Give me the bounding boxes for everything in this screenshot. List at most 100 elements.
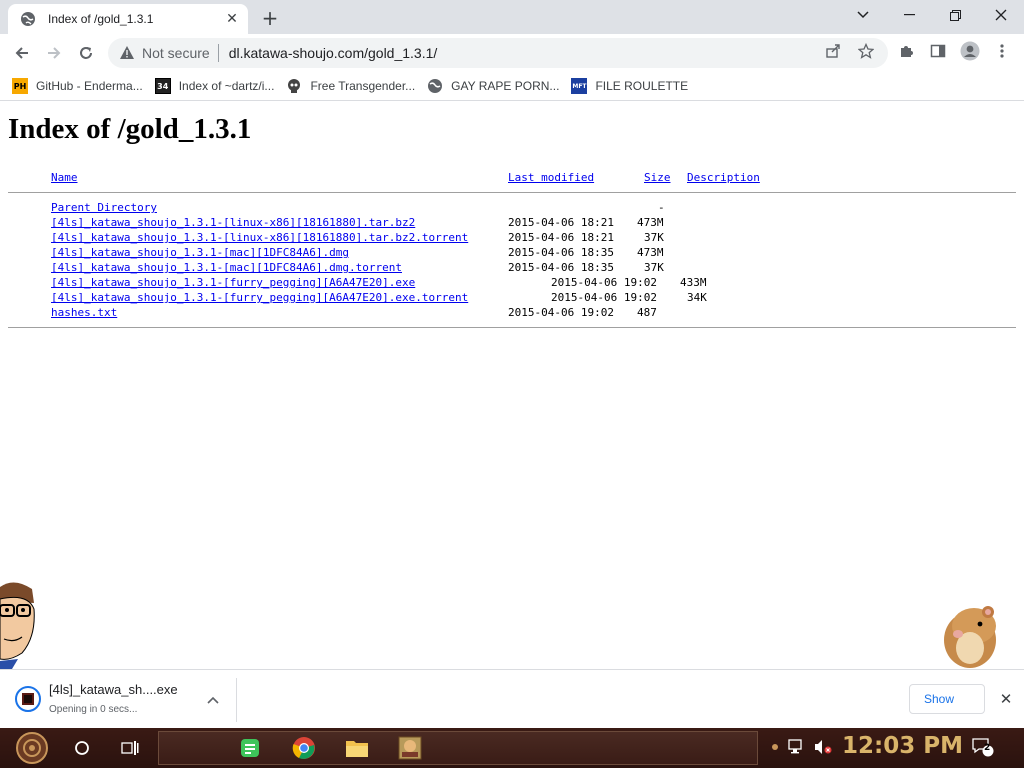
share-icon[interactable] (823, 41, 843, 61)
bookmark-label: Index of ~dartz/i... (178, 79, 275, 93)
bookmark-label: GAY RAPE PORN... (451, 79, 560, 93)
size-cell: 37K (644, 231, 664, 244)
dartz-logo-icon: 34 (154, 78, 171, 94)
bookmark-index-dartz[interactable]: 34 Index of ~dartz/i... (154, 74, 275, 98)
modified-cell: 2015-04-06 19:02 (551, 291, 657, 304)
security-label[interactable]: Not secure (142, 45, 210, 61)
side-panel-icon[interactable] (928, 41, 948, 61)
taskbar-clock[interactable]: 12:03 PM (842, 733, 963, 759)
network-icon[interactable] (786, 736, 808, 758)
cortana-circle-icon[interactable] (66, 732, 98, 764)
minimize-button[interactable] (886, 0, 932, 30)
download-status: Opening in 0 secs... (49, 704, 138, 715)
bookmarks-bar: PH GitHub - Enderma... 34 Index of ~dart… (0, 72, 1024, 101)
table-row: hashes.txt 2015-04-06 19:02 487 (0, 306, 1024, 321)
table-row: [4ls]_katawa_shoujo_1.3.1-[linux-x86][18… (0, 231, 1024, 246)
extensions-puzzle-icon[interactable] (896, 41, 916, 61)
mft-logo-icon: MFT (571, 78, 588, 94)
size-cell: 473M (637, 246, 664, 259)
size-cell: 487 (637, 306, 657, 319)
file-link[interactable]: [4ls]_katawa_shoujo_1.3.1-[furry_pegging… (51, 291, 468, 304)
file-link[interactable]: [4ls]_katawa_shoujo_1.3.1-[mac][1DFC84A6… (51, 261, 402, 274)
size-cell: 473M (637, 216, 664, 229)
cartoon-man-sticker (0, 579, 40, 669)
bookmark-transgender[interactable]: Free Transgender... (286, 74, 415, 98)
size-cell: - (658, 201, 665, 214)
table-row: [4ls]_katawa_shoujo_1.3.1-[furry_pegging… (0, 276, 1024, 291)
download-divider (236, 678, 237, 722)
footer-divider (8, 327, 1016, 328)
new-tab-button[interactable]: + (258, 6, 282, 30)
header-divider (8, 192, 1016, 193)
volume-muted-icon[interactable] (812, 736, 834, 758)
sort-by-size-link[interactable]: Size (644, 171, 671, 184)
menu-kebab-icon[interactable] (992, 41, 1012, 61)
profile-avatar-icon[interactable] (960, 41, 980, 61)
window-close-button[interactable] (978, 0, 1024, 30)
ph-logo-icon: PH (12, 78, 28, 94)
notification-count: 2 (984, 743, 991, 753)
omnibox-divider (217, 44, 219, 62)
sort-by-modified-link[interactable]: Last modified (508, 171, 594, 184)
chevron-up-icon[interactable] (205, 692, 221, 708)
bookmark-globe-site[interactable]: GAY RAPE PORN... (427, 74, 559, 98)
bookmark-label: GitHub - Enderma... (36, 79, 143, 93)
page-title: Index of /gold_1.3.1 (8, 113, 252, 145)
tab-title: Index of /gold_1.3.1 (48, 12, 154, 26)
windows-taskbar: 12:03 PM 2 (0, 728, 1024, 768)
url-text[interactable]: dl.katawa-shoujo.com/gold_1.3.1/ (229, 45, 438, 61)
skull-icon (286, 78, 302, 94)
bookmark-file-roulette[interactable]: MFT FILE ROULETTE (571, 74, 688, 98)
tray-overflow-icon[interactable] (764, 736, 786, 758)
tab-close-icon[interactable]: ✕ (224, 11, 240, 27)
size-cell: 37K (644, 261, 664, 274)
file-link[interactable]: [4ls]_katawa_shoujo_1.3.1-[furry_pegging… (51, 276, 415, 289)
start-button[interactable] (8, 730, 56, 766)
modified-cell: 2015-04-06 18:35 (508, 246, 614, 259)
active-tab[interactable]: Index of /gold_1.3.1 ✕ (8, 4, 248, 34)
chrome-icon[interactable] (288, 732, 320, 764)
parent-directory-link[interactable]: Parent Directory (51, 201, 157, 214)
task-view-icon[interactable] (114, 732, 146, 764)
download-filename[interactable]: [4ls]_katawa_sh....exe (49, 682, 178, 697)
browser-toolbar: Not secure dl.katawa-shoujo.com/gold_1.3… (0, 34, 1024, 72)
warning-icon[interactable] (118, 44, 136, 62)
tab-search-chevron-icon[interactable] (840, 0, 886, 30)
tab-strip: Index of /gold_1.3.1 ✕ + (0, 0, 1024, 34)
bookmark-label: Free Transgender... (310, 79, 416, 93)
table-row: [4ls]_katawa_shoujo_1.3.1-[furry_pegging… (0, 291, 1024, 306)
notification-center-icon[interactable]: 2 (972, 736, 994, 758)
hamster-sticker (936, 604, 1008, 669)
reload-icon[interactable] (74, 41, 98, 65)
file-link[interactable]: [4ls]_katawa_shoujo_1.3.1-[mac][1DFC84A6… (51, 246, 349, 259)
download-progress-icon[interactable] (15, 686, 41, 712)
modified-cell: 2015-04-06 19:02 (551, 276, 657, 289)
file-link[interactable]: [4ls]_katawa_shoujo_1.3.1-[linux-x86][18… (51, 216, 415, 229)
show-all-button[interactable]: Show (909, 684, 985, 714)
restore-button[interactable] (932, 0, 978, 30)
modified-cell: 2015-04-06 18:21 (508, 216, 614, 229)
table-row: [4ls]_katawa_shoujo_1.3.1-[mac][1DFC84A6… (0, 246, 1024, 261)
table-row: Parent Directory - (0, 201, 1024, 216)
bookmark-star-icon[interactable] (856, 41, 876, 61)
modified-cell: 2015-04-06 19:02 (508, 306, 614, 319)
file-link[interactable]: hashes.txt (51, 306, 117, 319)
sort-by-description-link[interactable]: Description (687, 171, 760, 184)
globe-icon (427, 78, 443, 94)
download-shelf: [4ls]_katawa_sh....exe Opening in 0 secs… (0, 669, 1024, 729)
back-arrow-icon[interactable] (10, 41, 34, 65)
table-row: [4ls]_katawa_shoujo_1.3.1-[mac][1DFC84A6… (0, 261, 1024, 276)
size-cell: 433M (680, 276, 707, 289)
download-shelf-close-icon[interactable]: ✕ (996, 689, 1016, 709)
game-app-icon[interactable] (394, 732, 426, 764)
file-link[interactable]: [4ls]_katawa_shoujo_1.3.1-[linux-x86][18… (51, 231, 468, 244)
sort-by-name-link[interactable]: Name (51, 171, 78, 184)
modified-cell: 2015-04-06 18:35 (508, 261, 614, 274)
address-bar[interactable]: Not secure dl.katawa-shoujo.com/gold_1.3… (108, 38, 888, 68)
bookmark-github[interactable]: PH GitHub - Enderma... (12, 74, 143, 98)
table-row: [4ls]_katawa_shoujo_1.3.1-[linux-x86][18… (0, 216, 1024, 231)
forward-arrow-icon[interactable] (42, 41, 66, 65)
notes-app-icon[interactable] (234, 732, 266, 764)
globe-icon (20, 11, 36, 27)
file-explorer-icon[interactable] (341, 732, 373, 764)
